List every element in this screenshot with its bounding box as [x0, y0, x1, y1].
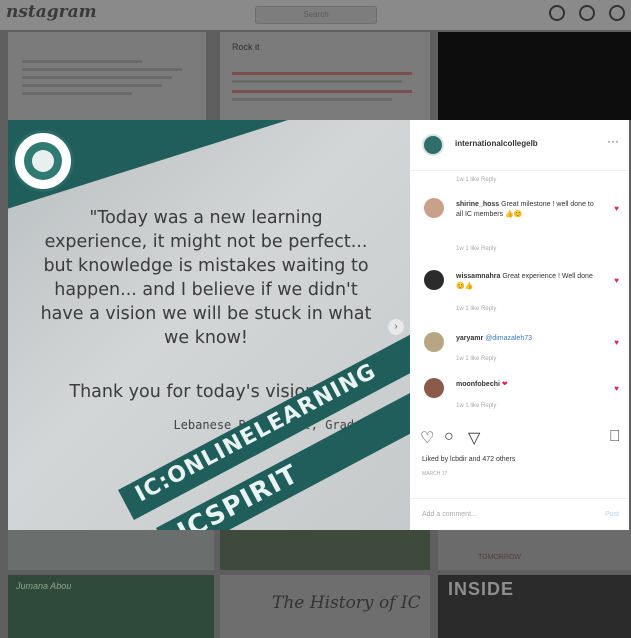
add-comment-input[interactable]: Add a comment...: [422, 511, 477, 518]
nav-icons: [549, 5, 625, 21]
comment-username[interactable]: yaryamr: [456, 335, 483, 342]
tile-title: Rock it: [232, 42, 260, 52]
post-comment-button[interactable]: Post: [605, 511, 619, 518]
tile-text: TOMORROW: [478, 554, 522, 561]
post-image[interactable]: "Today was a new learning experience, it…: [8, 120, 410, 530]
school-emblem-logo: [12, 130, 74, 192]
feed-tile[interactable]: TOMORROW: [438, 530, 631, 570]
add-comment-bar: Add a comment... Post: [410, 498, 629, 531]
comment-meta[interactable]: 1w 1 like Reply: [456, 246, 496, 252]
feed-tile[interactable]: [220, 530, 430, 570]
comment-body[interactable]: @dimazaleh73: [485, 335, 532, 342]
save-icon[interactable]: ⎕: [610, 428, 620, 446]
feed-tile[interactable]: The History of IC: [220, 575, 430, 638]
like-comment-icon[interactable]: ♥: [614, 204, 619, 213]
likes-count[interactable]: Liked by lcbdir and 472 others: [422, 456, 515, 463]
comment-meta[interactable]: 1w 1 like Reply: [456, 177, 496, 183]
instagram-logo[interactable]: nstagram: [6, 2, 97, 22]
comment-body: ❤: [501, 381, 508, 388]
next-slide-button[interactable]: ›: [388, 319, 404, 335]
comment-meta[interactable]: 1w 1 like Reply: [456, 403, 496, 409]
post-date: MARCH 17: [422, 471, 448, 477]
feed-tile-dark[interactable]: [438, 32, 631, 120]
post-header: internationalcollegelb ···: [410, 120, 629, 171]
comments-sidebar: internationalcollegelb ··· 1w 1 like Rep…: [410, 120, 629, 530]
avatar[interactable]: [424, 270, 444, 290]
comment-meta[interactable]: 1w 1 like Reply: [456, 356, 496, 362]
comment-username[interactable]: shirine_hoss: [456, 201, 499, 208]
comment-icon[interactable]: ○: [444, 428, 454, 446]
like-comment-icon[interactable]: ♥: [614, 276, 619, 285]
post-actions: ♡ ○ ▽ ⎕: [410, 428, 629, 448]
comment-text: wissamnahra Great experience ! Well done…: [456, 272, 596, 292]
feed-tile[interactable]: Rock it: [220, 32, 430, 120]
post-username[interactable]: internationalcollegelb: [455, 139, 538, 148]
comment-text: yaryamr @dimazaleh73: [456, 334, 596, 344]
avatar[interactable]: [424, 378, 444, 398]
like-comment-icon[interactable]: ♥: [614, 338, 619, 347]
quote-text: "Today was a new learning experience, it…: [40, 208, 372, 348]
comment-text: shirine_hoss Great milestone ! well done…: [456, 200, 596, 220]
feed-tile[interactable]: [8, 530, 214, 570]
heart-icon[interactable]: [609, 5, 625, 21]
avatar[interactable]: [424, 198, 444, 218]
like-icon[interactable]: ♡: [420, 428, 434, 448]
avatar[interactable]: [424, 332, 444, 352]
tile-text: The History of IC: [272, 593, 421, 613]
post-modal: "Today was a new learning experience, it…: [8, 120, 629, 530]
feed-tile[interactable]: [8, 32, 206, 120]
comment-username[interactable]: wissamnahra: [456, 273, 500, 280]
avatar[interactable]: [422, 134, 444, 156]
home-icon[interactable]: [549, 5, 565, 21]
tile-text: Jumana Abou: [16, 581, 72, 591]
like-comment-icon[interactable]: ♥: [614, 384, 619, 393]
share-icon[interactable]: ▽: [468, 428, 480, 448]
search-input[interactable]: Search: [255, 6, 377, 24]
more-options-icon[interactable]: ···: [607, 134, 619, 148]
comment-meta[interactable]: 1w 1 like Reply: [456, 306, 496, 312]
top-navigation-bar: nstagram Search: [0, 0, 631, 30]
feed-tile[interactable]: INSIDE: [438, 575, 631, 638]
explore-icon[interactable]: [579, 5, 595, 21]
tile-text: INSIDE: [448, 579, 515, 599]
comment-username[interactable]: moonfobechi: [456, 381, 500, 388]
comment-text: moonfobechi ❤: [456, 380, 596, 390]
feed-tile[interactable]: Jumana Abou: [8, 575, 214, 638]
